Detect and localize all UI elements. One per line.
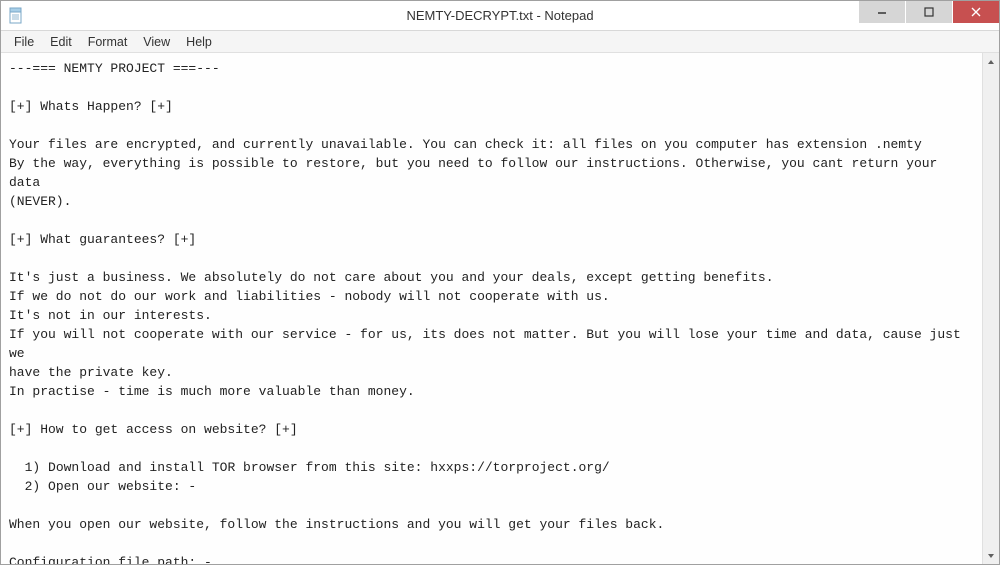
- menu-help[interactable]: Help: [179, 33, 219, 51]
- notepad-icon: [9, 6, 25, 26]
- menu-edit[interactable]: Edit: [43, 33, 79, 51]
- menu-view[interactable]: View: [136, 33, 177, 51]
- menu-file[interactable]: File: [7, 33, 41, 51]
- vertical-scrollbar[interactable]: [982, 53, 999, 564]
- window-title: NEMTY-DECRYPT.txt - Notepad: [406, 8, 593, 23]
- maximize-button[interactable]: [906, 1, 952, 23]
- titlebar[interactable]: NEMTY-DECRYPT.txt - Notepad: [1, 1, 999, 31]
- window-controls: [858, 1, 999, 23]
- editor-area: ---=== NEMTY PROJECT ===--- [+] Whats Ha…: [1, 53, 999, 564]
- notepad-window: NEMTY-DECRYPT.txt - Notepad File Edit Fo…: [0, 0, 1000, 565]
- text-content[interactable]: ---=== NEMTY PROJECT ===--- [+] Whats Ha…: [1, 53, 982, 564]
- menubar: File Edit Format View Help: [1, 31, 999, 53]
- menu-format[interactable]: Format: [81, 33, 135, 51]
- scroll-down-icon[interactable]: [983, 547, 999, 564]
- minimize-button[interactable]: [859, 1, 905, 23]
- scroll-up-icon[interactable]: [983, 53, 999, 70]
- close-button[interactable]: [953, 1, 999, 23]
